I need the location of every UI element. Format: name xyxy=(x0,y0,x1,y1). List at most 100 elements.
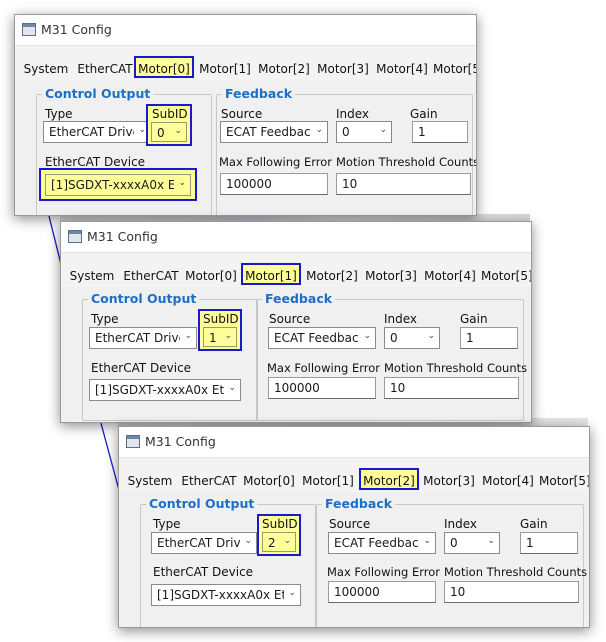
tab-content: Control Output Type EtherCAT Drive ⌄ Sub… xyxy=(119,492,589,627)
title-bar: M31 Config xyxy=(61,222,531,253)
index-select[interactable]: 0 ⌄ xyxy=(336,121,392,143)
tab-motor3[interactable]: Motor[3] xyxy=(315,59,371,79)
tab-motor0[interactable]: Motor[0] xyxy=(183,266,239,286)
chevron-down-icon: ⌄ xyxy=(427,331,435,341)
control-output-legend: Control Output xyxy=(42,86,154,101)
gain-input[interactable]: 1 xyxy=(460,327,518,349)
chevron-down-icon: ⌄ xyxy=(178,178,186,188)
device-select[interactable]: [1]SGDXT-xxxxA0x EtherCAT ⌄ xyxy=(89,379,241,401)
type-select[interactable]: EtherCAT Drive ⌄ xyxy=(89,327,197,349)
subid-select[interactable]: 1 ⌄ xyxy=(203,327,237,347)
tab-motor1[interactable]: Motor[1] xyxy=(241,263,301,285)
tab-system[interactable]: System xyxy=(125,471,175,491)
tab-motor0[interactable]: Motor[0] xyxy=(134,56,194,78)
motion-threshold-counts-label: Motion Threshold Counts xyxy=(384,361,528,375)
tab-content: Control Output Type EtherCAT Drive ⌄ Sub… xyxy=(15,80,476,215)
chevron-down-icon: ⌄ xyxy=(244,536,252,546)
source-label: Source xyxy=(329,517,371,531)
tab-motor0[interactable]: Motor[0] xyxy=(241,471,297,491)
tab-motor2[interactable]: Motor[2] xyxy=(304,266,360,286)
feedback-legend: Feedback xyxy=(262,291,336,306)
gain-input[interactable]: 1 xyxy=(412,121,468,143)
tab-bar: System EtherCAT Motor[0] Motor[1] Motor[… xyxy=(61,263,531,288)
app-window-icon xyxy=(126,435,140,448)
subid-select[interactable]: 2 ⌄ xyxy=(262,532,296,552)
type-label: Type xyxy=(91,312,119,326)
type-select[interactable]: EtherCAT Drive ⌄ xyxy=(43,121,151,143)
device-select[interactable]: [1]SGDXT-xxxxA0x EtherCAT ⌄ xyxy=(45,174,191,196)
device-value: [1]SGDXT-xxxxA0x EtherCAT xyxy=(51,178,174,192)
max-following-error-input[interactable]: 100000 xyxy=(268,377,376,399)
tab-ethercat[interactable]: EtherCAT xyxy=(121,266,181,286)
max-following-error-label: Max Following Error xyxy=(327,565,440,579)
motion-threshold-counts-input[interactable]: 10 xyxy=(384,377,519,399)
motion-threshold-counts-input[interactable]: 10 xyxy=(444,581,579,603)
max-following-error-label: Max Following Error xyxy=(219,155,332,169)
tab-motor5[interactable]: Motor[5] xyxy=(433,59,476,79)
tab-motor3[interactable]: Motor[3] xyxy=(363,266,419,286)
tab-motor4[interactable]: Motor[4] xyxy=(480,471,536,491)
tab-motor5[interactable]: Motor[5] xyxy=(539,471,589,491)
gain-input[interactable]: 1 xyxy=(520,532,578,554)
subid-value: 1 xyxy=(209,331,217,345)
chevron-down-icon: ⌄ xyxy=(315,125,323,135)
tab-motor3[interactable]: Motor[3] xyxy=(421,471,477,491)
max-following-error-value: 100000 xyxy=(226,177,272,191)
tab-ethercat[interactable]: EtherCAT xyxy=(75,59,135,79)
subid-label: SubID xyxy=(203,312,239,326)
tab-system[interactable]: System xyxy=(67,266,117,286)
max-following-error-input[interactable]: 100000 xyxy=(328,581,436,603)
subid-value: 2 xyxy=(268,536,276,550)
source-value: ECAT Feedback xyxy=(334,536,419,550)
index-select[interactable]: 0 ⌄ xyxy=(384,327,440,349)
max-following-error-input[interactable]: 100000 xyxy=(220,173,328,195)
source-label: Source xyxy=(269,312,311,326)
config-window-motor2: M31 Config System EtherCAT Motor[0] Moto… xyxy=(118,426,590,628)
motion-threshold-counts-value: 10 xyxy=(342,177,358,191)
tab-ethercat[interactable]: EtherCAT xyxy=(179,471,239,491)
chevron-down-icon: ⌄ xyxy=(288,588,296,598)
subid-select[interactable]: 0 ⌄ xyxy=(151,122,187,142)
motion-threshold-counts-input[interactable]: 10 xyxy=(336,173,471,195)
app-window-icon xyxy=(68,230,82,243)
feedback-legend: Feedback xyxy=(222,86,296,101)
subid-highlight: SubID 0 ⌄ xyxy=(146,104,192,146)
index-value: 0 xyxy=(342,125,350,139)
tab-motor5[interactable]: Motor[5] xyxy=(481,266,531,286)
type-value: EtherCAT Drive xyxy=(157,536,240,550)
chevron-down-icon: ⌄ xyxy=(423,536,431,546)
motion-threshold-counts-label: Motion Threshold Counts xyxy=(336,155,477,169)
index-value: 0 xyxy=(390,331,398,345)
tab-motor4[interactable]: Motor[4] xyxy=(422,266,478,286)
type-label: Type xyxy=(153,517,181,531)
device-value: [1]SGDXT-xxxxA0x EtherCAT xyxy=(95,383,224,397)
tab-motor1[interactable]: Motor[1] xyxy=(300,471,356,491)
device-select[interactable]: [1]SGDXT-xxxxA0x EtherCAT ⌄ xyxy=(151,584,301,606)
motion-threshold-counts-label: Motion Threshold Counts xyxy=(444,565,588,579)
index-value: 0 xyxy=(450,536,458,550)
app-window-icon xyxy=(22,23,36,36)
gain-label: Gain xyxy=(520,517,548,531)
type-select[interactable]: EtherCAT Drive ⌄ xyxy=(151,532,257,554)
index-select[interactable]: 0 ⌄ xyxy=(444,532,500,554)
tab-motor4[interactable]: Motor[4] xyxy=(374,59,430,79)
device-label: EtherCAT Device xyxy=(153,565,254,579)
tab-motor1[interactable]: Motor[1] xyxy=(197,59,253,79)
chevron-down-icon: ⌄ xyxy=(184,331,192,341)
subid-value: 0 xyxy=(157,126,165,140)
type-value: EtherCAT Drive xyxy=(49,125,134,139)
index-label: Index xyxy=(384,312,418,326)
gain-label: Gain xyxy=(410,107,438,121)
tab-system[interactable]: System xyxy=(21,59,71,79)
chevron-down-icon: ⌄ xyxy=(487,536,495,546)
index-label: Index xyxy=(336,107,370,121)
tab-motor2[interactable]: Motor[2] xyxy=(359,468,419,490)
max-following-error-value: 100000 xyxy=(334,585,380,599)
tab-bar: System EtherCAT Motor[0] Motor[1] Motor[… xyxy=(15,56,476,81)
source-select[interactable]: ECAT Feedback ⌄ xyxy=(220,121,328,143)
gain-value: 1 xyxy=(466,331,474,345)
window-title: M31 Config xyxy=(145,434,216,449)
source-select[interactable]: ECAT Feedback ⌄ xyxy=(268,327,376,349)
tab-motor2[interactable]: Motor[2] xyxy=(256,59,312,79)
source-select[interactable]: ECAT Feedback ⌄ xyxy=(328,532,436,554)
